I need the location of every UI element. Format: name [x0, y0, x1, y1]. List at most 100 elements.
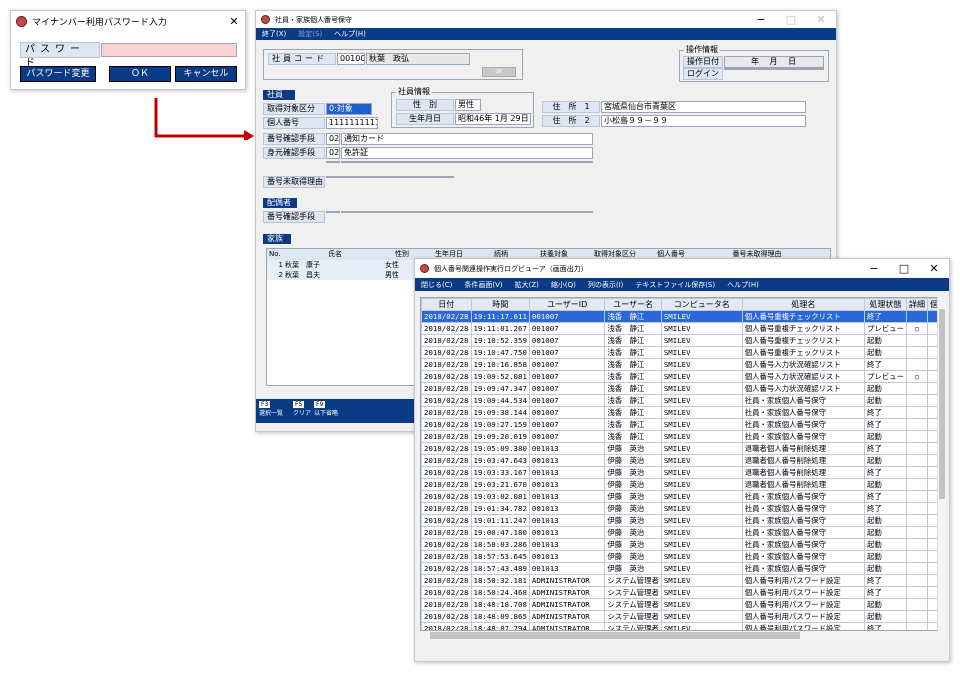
change-password-button[interactable]: パスワード変更: [20, 66, 96, 82]
minimize-icon[interactable]: −: [746, 13, 776, 26]
col-detail[interactable]: 詳細: [905, 298, 928, 311]
log-row[interactable]: 2018/02/28 19:09:52.081 001007 浅香 静江 SMILEV 個…: [421, 370, 941, 383]
log-row[interactable]: 2018/02/28 19:09:47.347 001007 浅香 静江 SMILEV 個…: [421, 382, 941, 395]
log-table-container[interactable]: 日付 時間 ユーザーID ユーザー名 コンピュータ名 処理名 処理状態 詳細 個…: [420, 297, 942, 631]
log-cell-date: 2018/02/28: [421, 490, 472, 503]
log-cell-status: 終了: [864, 310, 907, 323]
spouse-number-confirm-code[interactable]: [326, 211, 340, 213]
log-row[interactable]: 2018/02/28 19:11:17.611 001007 浅香 静江 SMILEV 個…: [421, 310, 941, 323]
log-cell-detail: [905, 502, 928, 515]
hscrollbar-thumb[interactable]: [430, 632, 800, 639]
log-cell-user-id: 001007: [528, 334, 606, 347]
log-row[interactable]: 2018/02/28 19:10:47.750 001007 浅香 静江 SMILEV 個…: [421, 346, 941, 359]
log-cell-time: 19:11:01.267: [470, 322, 530, 335]
extra-code[interactable]: [326, 161, 340, 163]
close-icon[interactable]: ✕: [919, 262, 949, 275]
log-cell-status: 起動: [864, 610, 907, 623]
log-row[interactable]: 2018/02/28 19:10:16.858 001007 浅香 静江 SMILEV 個…: [421, 358, 941, 371]
log-row[interactable]: 2018/02/28 19:09:38.144 001007 浅香 静江 SMILEV 社…: [421, 406, 941, 419]
log-cell-status: 終了: [864, 358, 907, 371]
horizontal-scrollbar[interactable]: [420, 631, 946, 640]
log-row[interactable]: 2018/02/28 19:09:44.534 001007 浅香 静江 SMILEV 社…: [421, 394, 941, 407]
menu-save-text[interactable]: テキストファイル保存(S): [629, 280, 721, 290]
log-row[interactable]: 2018/02/28 19:09:20.019 001007 浅香 静江 SMILEV 社…: [421, 430, 941, 443]
col-date[interactable]: 日付: [421, 298, 472, 311]
col-status[interactable]: 処理状態: [864, 298, 907, 311]
log-row[interactable]: 2018/02/28 19:03:02.081 001013 伊藤 英治 SMILEV 社…: [421, 490, 941, 503]
log-row[interactable]: 2018/02/28 19:05:09.380 001013 伊藤 英治 SMILEV 退…: [421, 442, 941, 455]
log-row[interactable]: 2018/02/28 18:48:09.865 ADMINISTRATOR システム管…: [421, 610, 941, 623]
log-cell-user-name: システム管理者: [604, 622, 662, 630]
col-time[interactable]: 時間: [470, 298, 530, 311]
log-cell-date: 2018/02/28: [421, 406, 472, 419]
sex-value[interactable]: 男性: [455, 99, 481, 111]
log-row[interactable]: 2018/02/28 19:01:11.247 001013 伊藤 英治 SMILEV 社…: [421, 514, 941, 527]
log-row[interactable]: 2018/02/28 18:50:24.468 ADMINISTRATOR システム管…: [421, 586, 941, 599]
log-cell-date: 2018/02/28: [421, 346, 472, 359]
log-row[interactable]: 2018/02/28 19:10:52.359 001007 浅香 静江 SMILEV 個…: [421, 334, 941, 347]
log-row[interactable]: 2018/02/28 19:09:27.159 001007 浅香 静江 SMILEV 社…: [421, 418, 941, 431]
menu-exit[interactable]: 終了(X): [256, 29, 292, 39]
address2-input[interactable]: 小松島９９－９９: [601, 115, 806, 127]
fkey-clear[interactable]: F5 クリア: [293, 401, 311, 417]
log-row[interactable]: 2018/02/28 19:11:01.267 001007 浅香 静江 SMILEV 個…: [421, 322, 941, 335]
vertical-scrollbar[interactable]: [937, 297, 946, 631]
log-row[interactable]: 2018/02/28 18:58:03.286 001013 伊藤 英治 SMILEV 社…: [421, 538, 941, 551]
log-cell-user-id: 001007: [528, 370, 606, 383]
cancel-button[interactable]: キャンセル: [175, 66, 237, 82]
col-computer[interactable]: コンピュータ名: [660, 298, 743, 311]
menu-zoom-in[interactable]: 拡大(Z): [509, 280, 545, 290]
maximize-icon[interactable]: □: [889, 262, 919, 275]
col-process[interactable]: 処理名: [741, 298, 866, 311]
close-icon[interactable]: ✕: [806, 13, 836, 26]
log-cell-date: 2018/02/28: [421, 538, 472, 551]
employee-code-input[interactable]: 001005: [337, 53, 365, 65]
menu-close[interactable]: 閉じる(C): [415, 280, 458, 290]
col-user-name[interactable]: ユーザー名: [604, 298, 662, 311]
log-cell-date: 2018/02/28: [421, 310, 472, 323]
ok-button[interactable]: ＯＫ: [109, 66, 171, 82]
log-row[interactable]: 2018/02/28 18:50:32.181 ADMINISTRATOR システム管…: [421, 574, 941, 587]
identity-confirm-code[interactable]: 02: [326, 147, 340, 159]
number-confirm-code[interactable]: 02: [326, 133, 340, 145]
password-input[interactable]: [101, 43, 237, 57]
log-cell-detail: [905, 490, 928, 503]
log-row[interactable]: 2018/02/28 18:48:07.794 ADMINISTRATOR システム管…: [421, 622, 941, 630]
ok-small-button[interactable]: ok: [482, 67, 516, 77]
log-cell-user-id: ADMINISTRATOR: [528, 574, 606, 587]
log-cell-time: 19:03:21.670: [470, 478, 530, 491]
address1-input[interactable]: 宮城県仙台市青葉区: [601, 101, 806, 113]
log-cell-user-id: 001007: [528, 394, 606, 407]
birthdate-value[interactable]: 昭和46年 1月 29日: [455, 113, 531, 125]
minimize-icon[interactable]: −: [859, 262, 889, 275]
log-cell-process: 社員・家族個人番号保守: [741, 550, 866, 563]
menu-help[interactable]: ヘルプ(H): [721, 280, 765, 290]
acquisition-select[interactable]: 0:対象: [326, 103, 372, 115]
log-row[interactable]: 2018/02/28 18:48:18.708 ADMINISTRATOR システム管…: [421, 598, 941, 611]
no-acquisition-reason-input[interactable]: [326, 176, 454, 178]
log-row[interactable]: 2018/02/28 19:03:47.643 001013 伊藤 英治 SMILEV 退…: [421, 454, 941, 467]
close-icon[interactable]: ✕: [223, 15, 245, 28]
log-cell-status: 起動: [864, 334, 907, 347]
log-row[interactable]: 2018/02/28 19:03:21.670 001013 伊藤 英治 SMILEV 退…: [421, 478, 941, 491]
my-number-input[interactable]: 111111111118: [326, 117, 378, 129]
log-row[interactable]: 2018/02/28 19:01:34.782 001013 伊藤 英治 SMILEV 社…: [421, 502, 941, 515]
log-cell-process: 社員・家族個人番号保守: [741, 526, 866, 539]
log-row[interactable]: 2018/02/28 19:00:47.180 001013 伊藤 英治 SMILEV 社…: [421, 526, 941, 539]
log-row[interactable]: 2018/02/28 18:57:53.645 001013 伊藤 英治 SMILEV 社…: [421, 550, 941, 563]
log-cell-time: 18:57:53.645: [470, 550, 530, 563]
menu-condition[interactable]: 条件画面(V): [458, 280, 508, 290]
fkey-omitted[interactable]: F9 以下省略: [314, 401, 338, 417]
fkey-select-list[interactable]: F3 選択一覧: [259, 401, 283, 417]
log-row[interactable]: 2018/02/28 18:57:43.489 001013 伊藤 英治 SMILEV 社…: [421, 562, 941, 575]
col-user-id[interactable]: ユーザーID: [528, 298, 606, 311]
menu-settings[interactable]: 設定(S): [292, 29, 328, 39]
menu-columns[interactable]: 列の表示(I): [582, 280, 630, 290]
log-cell-time: 18:50:24.468: [470, 586, 530, 599]
menu-zoom-out[interactable]: 縮小(Q): [545, 280, 582, 290]
scrollbar-thumb[interactable]: [939, 309, 945, 499]
log-cell-date: 2018/02/28: [421, 382, 472, 395]
log-row[interactable]: 2018/02/28 19:03:33.167 001013 伊藤 英治 SMILEV 退…: [421, 466, 941, 479]
maximize-icon[interactable]: □: [776, 13, 806, 26]
menu-help[interactable]: ヘルプ(H): [328, 29, 372, 39]
